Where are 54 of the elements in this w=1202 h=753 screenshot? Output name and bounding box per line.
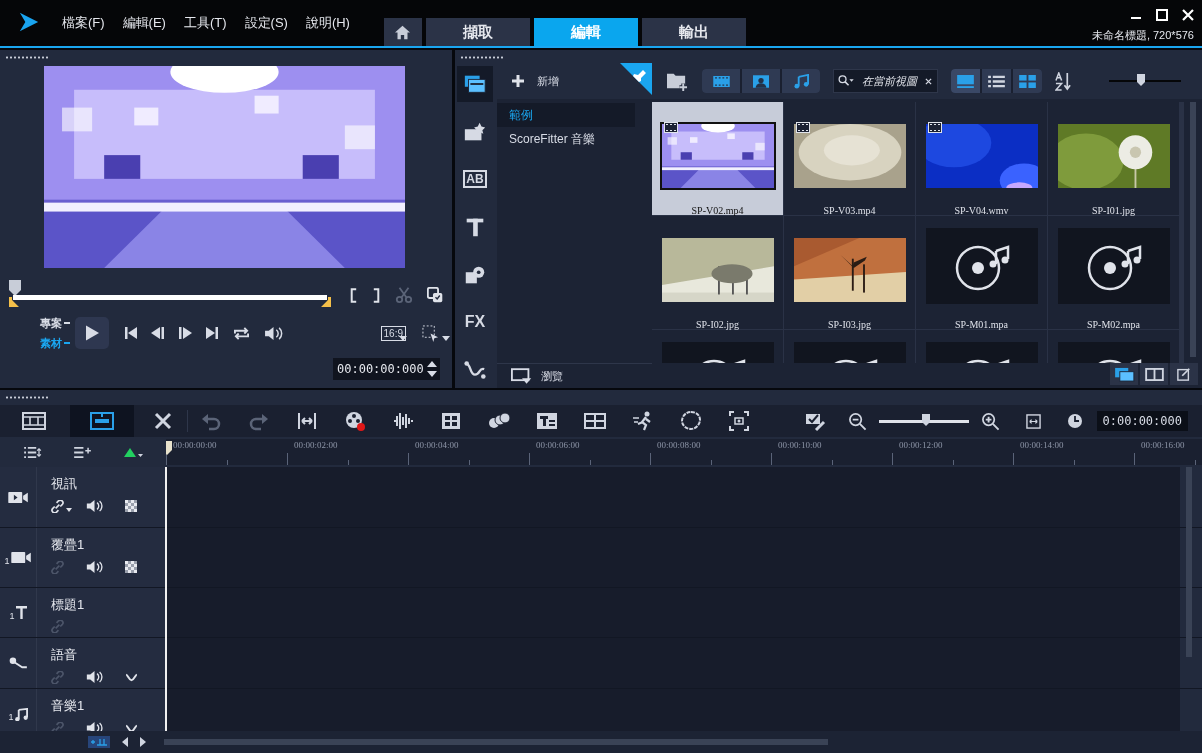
timecode-field[interactable]: 00:00:00:000 (333, 358, 440, 380)
time-ruler[interactable]: 00:00:00:00 00:00:02:00 00:00:04:00 00:00:06:00 00:00:08:00 00:00:10:00 00:00:12:00 00:00:14:00 00:00:16:00 (166, 439, 1202, 465)
track-name: 標題1 (51, 596, 85, 614)
file-name: SP-M01.mpa (954, 319, 1009, 330)
media-thumbnail[interactable]: SP-I01.jpg (1048, 102, 1179, 215)
media-thumbnail[interactable]: SP-I02.jpg (652, 216, 783, 329)
playback-mode-option[interactable]: 專案 (40, 315, 70, 331)
add-folder-label[interactable]: 新增 (537, 73, 559, 89)
track-number: 1 (9, 610, 15, 621)
aspect-ratio-button[interactable]: 16:9 (380, 325, 406, 341)
ruler-time-label: 00:00:12:00 (899, 440, 943, 450)
file-name: SP-V04.wmv (954, 205, 1009, 216)
media-thumbnail[interactable]: SP-M02.mpa (1048, 216, 1179, 329)
file-name: SP-M02.mpa (1086, 319, 1141, 330)
menu-item[interactable]: 工具(T) (183, 14, 227, 32)
ruler-time-label: 00:00:16:00 (1141, 440, 1185, 450)
browse-label[interactable]: 瀏覽 (541, 368, 563, 384)
ruler-time-label: 00:00:04:00 (415, 440, 459, 450)
file-name: SP-I02.jpg (695, 319, 740, 330)
ruler-time-label: 00:00:06:00 (536, 440, 580, 450)
ruler-time-label: 00:00:08:00 (657, 440, 701, 450)
menu-item[interactable]: 檔案(F) (62, 14, 105, 32)
file-name: SP-V03.mp4 (823, 205, 876, 216)
media-thumbnail[interactable]: SP-M01.mpa (916, 216, 1047, 329)
media-thumbnail[interactable]: SP-V02.mp4 (652, 102, 783, 215)
ruler-time-label: 00:00:02:00 (294, 440, 338, 450)
media-thumbnail[interactable]: SP-V03.mp4 (784, 102, 915, 215)
track-name: 語音 (51, 646, 78, 664)
file-name: SP-I03.jpg (827, 319, 872, 330)
timecode-display[interactable]: 0:00:00:000 (1096, 411, 1188, 431)
menu-item[interactable]: 設定(S) (244, 14, 288, 32)
folder-item[interactable]: ScoreFitter 音樂 (497, 127, 635, 151)
ruler-time-label: 00:00:00:00 (173, 440, 217, 450)
file-name: SP-V02.mp4 (691, 205, 744, 216)
track-name: 覆疊1 (51, 536, 86, 554)
media-thumbnail[interactable]: SP-I03.jpg (784, 216, 915, 329)
ruler-time-label: 00:00:10:00 (778, 440, 822, 450)
tab[interactable]: 輸出 (641, 18, 746, 46)
track-name: 視訊 (51, 475, 78, 493)
tab[interactable]: 擷取 (425, 18, 530, 46)
transition-category-button[interactable]: AB (457, 161, 493, 198)
fx-category-button[interactable]: FX (457, 304, 493, 341)
ruler-time-label: 00:00:14:00 (1020, 440, 1064, 450)
playback-mode-option[interactable]: 素材 (40, 335, 70, 351)
track-number: 1 (8, 712, 14, 722)
media-thumbnail[interactable]: SP-V04.wmv (916, 102, 1047, 215)
file-name: SP-I01.jpg (1091, 205, 1136, 216)
menu-item[interactable]: 說明(H) (305, 14, 350, 32)
folder-item[interactable]: 範例 (497, 103, 635, 127)
menu-item[interactable]: 編輯(E) (122, 14, 166, 32)
track-number: 1 (4, 555, 10, 566)
search-field[interactable]: 在當前視圖 (833, 69, 938, 93)
project-title: 未命名標題, 720*576 (1091, 28, 1194, 43)
track-name: 音樂1 (51, 697, 86, 715)
